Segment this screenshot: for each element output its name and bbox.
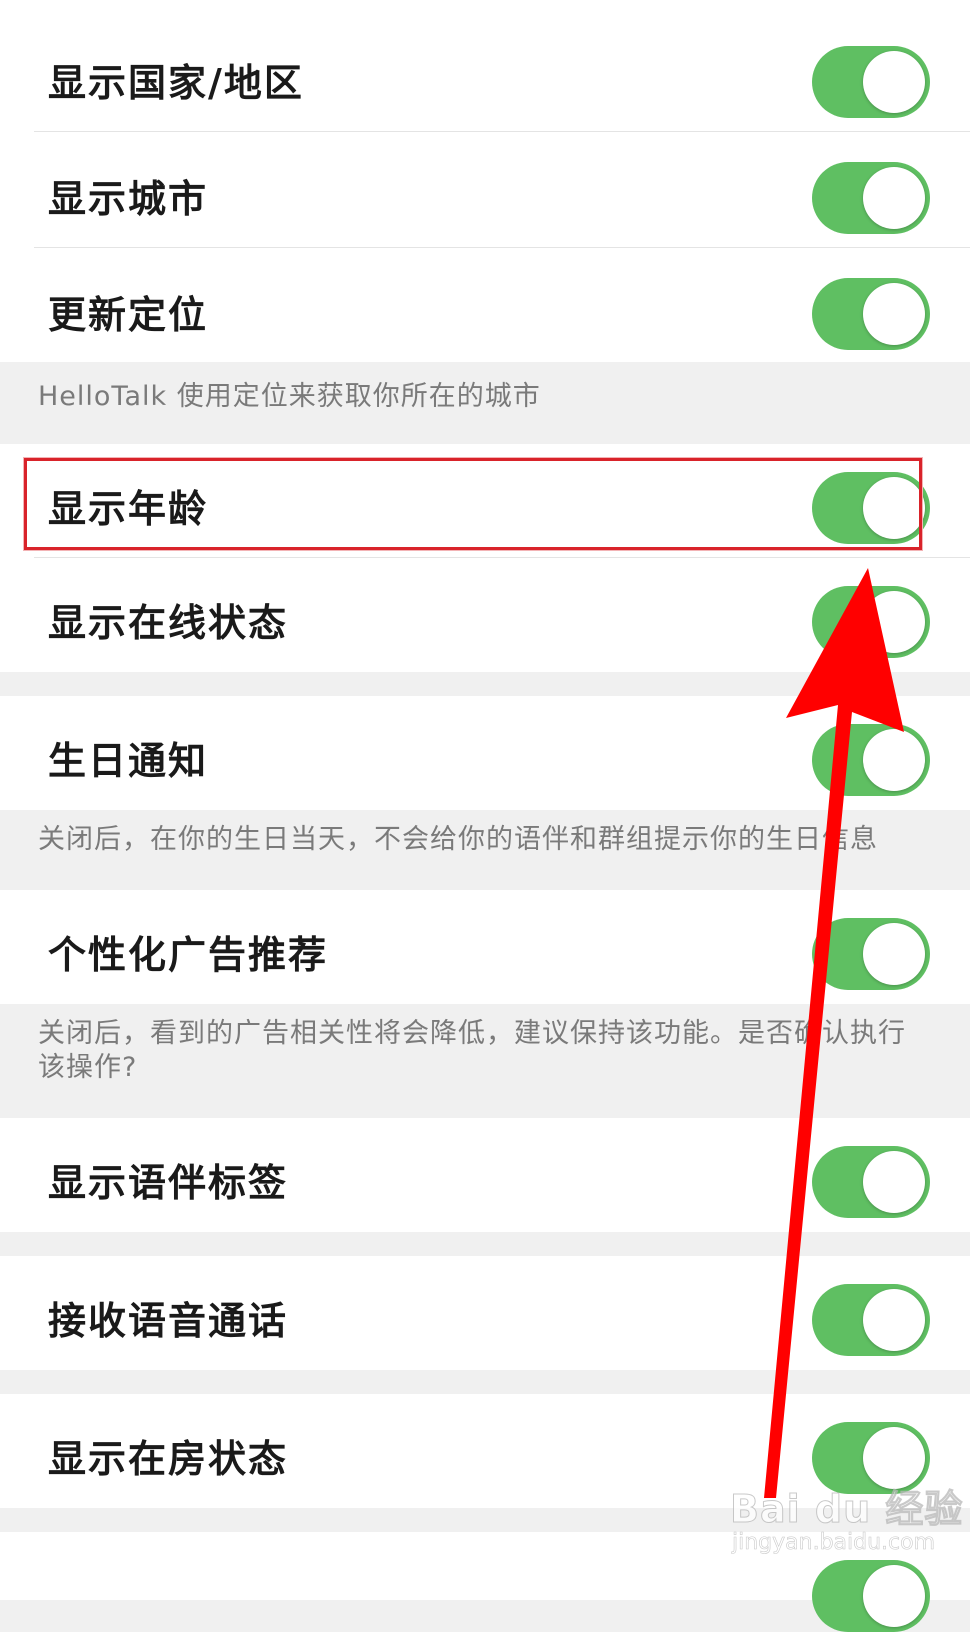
setting-label: 显示在线状态 bbox=[48, 601, 289, 645]
birthday-note: 关闭后，在你的生日当天，不会给你的语伴和群组提示你的生日信息 bbox=[38, 824, 878, 855]
toggle-show-city[interactable] bbox=[812, 162, 930, 234]
toggle-personalized-ads[interactable] bbox=[812, 918, 930, 990]
toggle-knob bbox=[863, 167, 925, 229]
setting-row-show-city: 显示城市 bbox=[0, 132, 970, 248]
setting-label: 显示年龄 bbox=[48, 487, 209, 531]
toggle-show-online-status[interactable] bbox=[812, 586, 930, 658]
setting-label: 显示城市 bbox=[48, 177, 209, 221]
setting-label: 生日通知 bbox=[48, 739, 209, 783]
toggle-show-country[interactable] bbox=[812, 46, 930, 118]
toggle-knob bbox=[863, 591, 925, 653]
setting-label: 个性化广告推荐 bbox=[48, 933, 329, 977]
toggle-knob bbox=[863, 923, 925, 985]
toggle-knob bbox=[863, 477, 925, 539]
toggle-show-room-status[interactable] bbox=[812, 1422, 930, 1494]
toggle-show-age[interactable] bbox=[812, 472, 930, 544]
setting-label: 显示语伴标签 bbox=[48, 1161, 289, 1205]
toggle-knob bbox=[863, 1427, 925, 1489]
toggle-knob bbox=[863, 1289, 925, 1351]
setting-label: 显示国家/地区 bbox=[48, 61, 304, 105]
toggle-knob bbox=[863, 51, 925, 113]
toggle-knob bbox=[863, 1565, 925, 1627]
toggle-partial[interactable] bbox=[812, 1560, 930, 1632]
setting-row-show-online-status: 显示在线状态 bbox=[0, 558, 970, 672]
setting-label: 显示在房状态 bbox=[48, 1437, 289, 1481]
toggle-show-partner-tags[interactable] bbox=[812, 1146, 930, 1218]
toggle-knob bbox=[863, 283, 925, 345]
location-note: HelloTalk 使用定位来获取你所在的城市 bbox=[38, 381, 541, 412]
setting-row-update-location: 更新定位 bbox=[0, 248, 970, 362]
setting-row-personalized-ads: 个性化广告推荐 bbox=[0, 890, 970, 1004]
setting-row-birthday-notification: 生日通知 bbox=[0, 696, 970, 810]
setting-row-partial bbox=[0, 1532, 970, 1632]
setting-row-show-country: 显示国家/地区 bbox=[0, 0, 970, 132]
toggle-knob bbox=[863, 1151, 925, 1213]
toggle-update-location[interactable] bbox=[812, 278, 930, 350]
setting-label: 更新定位 bbox=[48, 293, 209, 337]
setting-row-show-age: 显示年龄 bbox=[0, 444, 970, 558]
setting-row-receive-voice-calls: 接收语音通话 bbox=[0, 1256, 970, 1370]
setting-row-show-partner-tags: 显示语伴标签 bbox=[0, 1118, 970, 1232]
setting-label: 接收语音通话 bbox=[48, 1299, 289, 1343]
setting-row-show-room-status: 显示在房状态 bbox=[0, 1394, 970, 1508]
toggle-birthday-notification[interactable] bbox=[812, 724, 930, 796]
ads-note: 关闭后，看到的广告相关性将会降低，建议保持该功能。是否确认执行该操作? bbox=[38, 1018, 906, 1083]
toggle-receive-voice-calls[interactable] bbox=[812, 1284, 930, 1356]
toggle-knob bbox=[863, 729, 925, 791]
